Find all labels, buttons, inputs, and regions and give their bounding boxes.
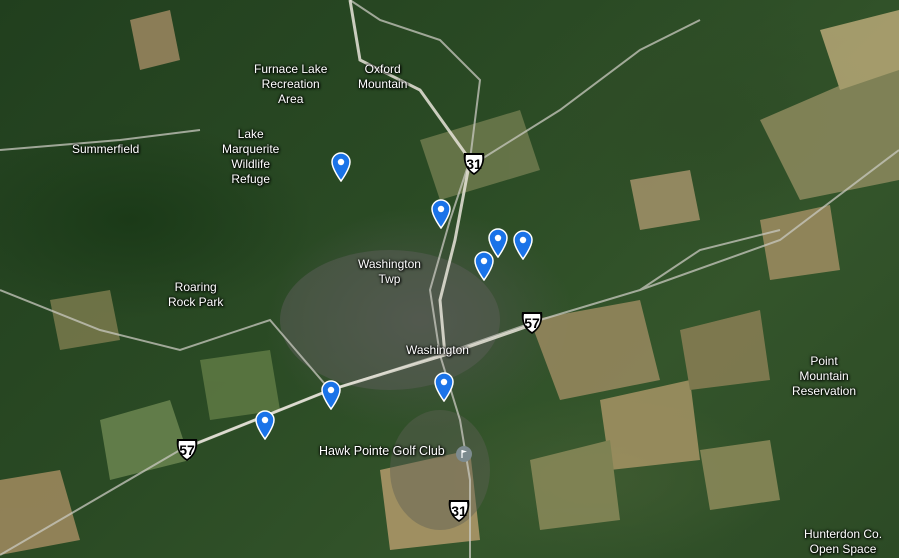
- place-hawk-pointe[interactable]: Hawk Pointe Golf Club: [319, 444, 445, 459]
- map-pin-icon[interactable]: [320, 380, 342, 411]
- place-oxford-mountain[interactable]: Oxford Mountain: [358, 62, 407, 92]
- map-pin-icon[interactable]: [512, 230, 534, 261]
- place-lake-marquerite[interactable]: Lake Marquerite Wildlife Refuge: [222, 127, 279, 187]
- golf-icon[interactable]: [456, 446, 472, 462]
- place-summerfield[interactable]: Summerfield: [72, 142, 139, 157]
- map-pin-icon[interactable]: [430, 199, 452, 230]
- route-shield-icon: 31: [461, 151, 487, 177]
- route-shield-icon: 57: [519, 310, 545, 336]
- place-washington[interactable]: Washington: [406, 343, 469, 358]
- place-roaring-rock[interactable]: Roaring Rock Park: [168, 280, 223, 310]
- map-pin-icon[interactable]: [473, 251, 495, 282]
- route-shield-icon: 57: [174, 437, 200, 463]
- place-hunterdon[interactable]: Hunterdon Co. Open Space: [804, 527, 882, 557]
- place-point-mountain[interactable]: Point Mountain Reservation: [792, 354, 856, 399]
- map-pin-icon[interactable]: [433, 372, 455, 403]
- place-washington-twp[interactable]: Washington Twp: [358, 257, 421, 287]
- place-furnace-lake[interactable]: Furnace Lake Recreation Area: [254, 62, 327, 107]
- satellite-map[interactable]: Furnace Lake Recreation Area Oxford Moun…: [0, 0, 899, 558]
- terrain-layer: [0, 0, 899, 558]
- route-shield-icon: 31: [446, 498, 472, 524]
- map-pin-icon[interactable]: [254, 410, 276, 441]
- map-pin-icon[interactable]: [330, 152, 352, 183]
